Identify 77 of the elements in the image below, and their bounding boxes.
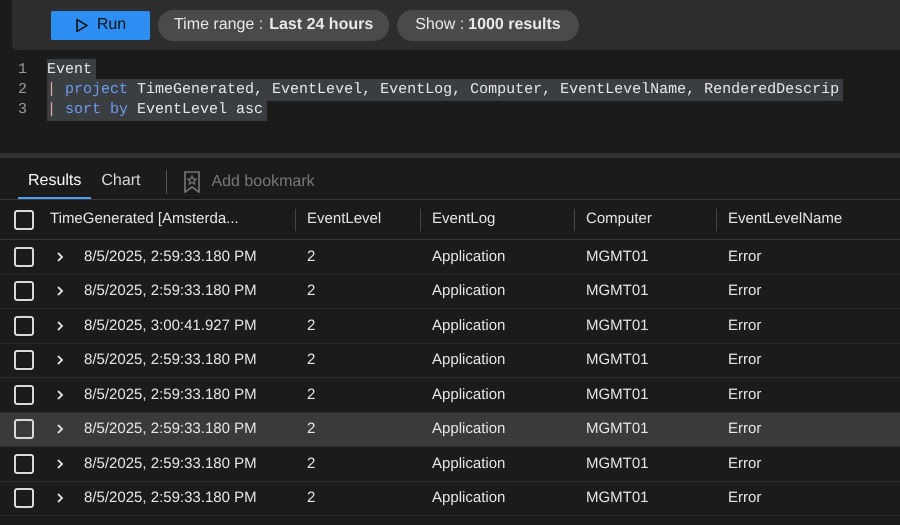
table-cell-text: Error bbox=[728, 246, 762, 266]
table-cell-text: Application bbox=[432, 316, 506, 336]
table-row[interactable]: 8/5/2025, 2:59:33.180 PM 2 Application MGMT01 Error bbox=[0, 274, 900, 309]
column-header[interactable]: EventLevelName bbox=[728, 208, 842, 231]
chevron-right-icon[interactable] bbox=[56, 458, 64, 470]
table-cell-text: 8/5/2025, 2:59:33.180 PM bbox=[84, 488, 257, 508]
table-cell-text: Application bbox=[432, 454, 506, 474]
results-tab[interactable]: Results bbox=[18, 165, 92, 199]
table-cell-text: Application bbox=[432, 384, 506, 404]
results-tab[interactable]: Chart bbox=[91, 165, 150, 199]
table-cell-text: MGMT01 bbox=[586, 419, 649, 439]
table-cell-text: Error bbox=[728, 316, 762, 336]
chevron-right-icon[interactable] bbox=[56, 354, 64, 366]
table-cell-text: 2 bbox=[307, 454, 316, 474]
table-cell-text: 8/5/2025, 2:59:33.180 PM bbox=[84, 350, 257, 370]
table-row[interactable]: 8/5/2025, 2:59:33.180 PM 2 Application MGMT01 Error bbox=[0, 344, 900, 378]
table-cell-text: MGMT01 bbox=[586, 350, 649, 370]
chevron-right-icon[interactable] bbox=[56, 423, 64, 436]
query-editor[interactable]: 1 Event 2 | project TimeGenerated, EventLevel, EventLog, Computer, EventLevelName, RenderedDescrip 3 | sort by EventLevel asc bbox=[0, 50, 900, 153]
line-number: 2 bbox=[16, 80, 28, 100]
table-cell-text: Error bbox=[728, 454, 762, 474]
table-cell-text: 8/5/2025, 2:59:33.180 PM bbox=[84, 246, 257, 266]
table-cell-text: Application bbox=[432, 488, 506, 508]
table-cell-text: Error bbox=[728, 384, 762, 404]
table-cell-text: 8/5/2025, 2:59:33.180 PM bbox=[84, 454, 257, 474]
table-row[interactable]: 8/5/2025, 2:59:33.180 PM 2 Application MGMT01 Error bbox=[0, 482, 900, 516]
play-icon bbox=[74, 18, 89, 32]
table-cell-text: Application bbox=[432, 419, 506, 439]
table-cell-text: 2 bbox=[307, 384, 316, 404]
row-checkbox[interactable] bbox=[14, 419, 34, 440]
table-cell-text: 2 bbox=[307, 419, 316, 439]
table-cell-text: MGMT01 bbox=[586, 384, 649, 404]
chevron-right-icon[interactable] bbox=[56, 250, 64, 263]
table-cell-text: Application bbox=[432, 246, 506, 266]
table-cell-text: 2 bbox=[307, 281, 316, 301]
time-range-button[interactable]: Time range : Last 24 hours bbox=[158, 10, 390, 40]
row-checkbox[interactable] bbox=[14, 350, 34, 370]
chevron-right-icon[interactable] bbox=[56, 388, 64, 401]
table-cell-text: 2 bbox=[307, 246, 316, 266]
row-checkbox[interactable] bbox=[14, 210, 34, 230]
row-checkbox[interactable] bbox=[14, 384, 34, 405]
column-header[interactable]: EventLog bbox=[432, 208, 496, 231]
table-cell-text: Application bbox=[432, 350, 506, 370]
table-cell-text: MGMT01 bbox=[586, 281, 649, 301]
column-header[interactable]: TimeGenerated [Amsterda... bbox=[50, 208, 239, 231]
table-cell-text: Application bbox=[432, 281, 506, 301]
chevron-right-icon[interactable] bbox=[56, 492, 64, 504]
line-number: 1 bbox=[16, 60, 28, 80]
table-cell-text: Error bbox=[728, 488, 762, 508]
row-checkbox[interactable] bbox=[14, 488, 34, 508]
column-header[interactable]: Computer bbox=[586, 208, 652, 231]
line-number: 3 bbox=[16, 100, 28, 120]
table-row[interactable]: 8/5/2025, 2:59:33.180 PM 2 Application MGMT01 Error bbox=[0, 412, 900, 447]
table-cell-text: Error bbox=[728, 419, 762, 439]
row-checkbox[interactable] bbox=[14, 246, 34, 267]
table-cell-text: 8/5/2025, 2:59:33.180 PM bbox=[84, 384, 257, 404]
table-cell-text: Error bbox=[728, 281, 762, 301]
table-cell-text: MGMT01 bbox=[586, 246, 649, 266]
bookmark-icon bbox=[183, 171, 202, 193]
table-cell-text: 2 bbox=[307, 316, 316, 336]
chevron-right-icon[interactable] bbox=[56, 320, 64, 332]
run-button[interactable]: Run bbox=[51, 10, 150, 40]
chevron-right-icon[interactable] bbox=[56, 285, 64, 298]
table-cell-text: MGMT01 bbox=[586, 316, 649, 336]
row-checkbox[interactable] bbox=[14, 454, 34, 474]
table-cell-text: 8/5/2025, 2:59:33.180 PM bbox=[84, 281, 257, 301]
row-checkbox[interactable] bbox=[14, 316, 34, 336]
table-cell-text: 2 bbox=[307, 350, 316, 370]
table-cell-text: Error bbox=[728, 350, 762, 370]
table-cell-text: 8/5/2025, 3:00:41.927 PM bbox=[84, 316, 257, 336]
row-checkbox[interactable] bbox=[14, 281, 34, 302]
table-cell-text: 8/5/2025, 2:59:33.180 PM bbox=[84, 419, 257, 439]
table-cell-text: 2 bbox=[307, 488, 316, 508]
show-results-button[interactable]: Show : 1000 results bbox=[397, 10, 579, 40]
column-header[interactable]: EventLevel bbox=[307, 208, 382, 231]
table-cell-text: MGMT01 bbox=[586, 454, 649, 474]
table-cell-text: MGMT01 bbox=[586, 488, 649, 508]
